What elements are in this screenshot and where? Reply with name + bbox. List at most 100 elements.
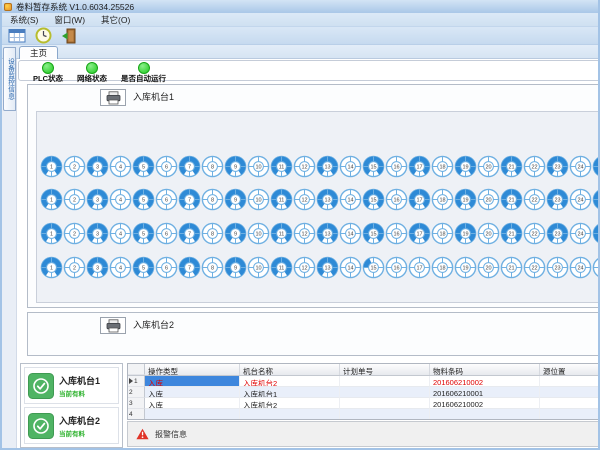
calendar-button[interactable] <box>6 27 28 44</box>
svg-text:8: 8 <box>211 232 214 238</box>
slot-circle: 19 <box>454 155 477 178</box>
slot-circle: 19 <box>454 222 477 245</box>
table-cell[interactable]: 入库 <box>145 387 240 398</box>
slot-circle: 6 <box>155 256 178 279</box>
table-cell[interactable]: 入库机台2 <box>240 376 340 387</box>
menu-item[interactable]: 其它(O) <box>93 14 138 26</box>
table-cell[interactable]: 入库机台2 <box>240 398 340 409</box>
slot-circle: 13 <box>316 222 339 245</box>
print-button-2[interactable] <box>100 317 126 334</box>
svg-text:9: 9 <box>234 165 237 171</box>
slot-circle: 16 <box>385 256 408 279</box>
column-header[interactable]: 机台名称 <box>240 364 340 375</box>
table-cell[interactable] <box>340 409 430 420</box>
svg-text:10: 10 <box>255 232 261 238</box>
slot-circle: 6 <box>155 188 178 211</box>
slot-circle: 25 <box>592 155 600 178</box>
column-header[interactable]: 物料条码 <box>430 364 540 375</box>
clock-button[interactable] <box>32 27 54 44</box>
table-row[interactable]: 2入库入库机台1201606210001 <box>128 387 599 398</box>
svg-text:20: 20 <box>485 266 491 272</box>
table-cell[interactable] <box>540 376 599 387</box>
side-tab-device-monitor[interactable]: 设备监控信息 <box>3 47 16 111</box>
table-cell[interactable]: 201606210002 <box>430 398 540 409</box>
slot-circle: 12 <box>293 256 316 279</box>
tab-strip: 主页 <box>2 45 600 59</box>
column-header[interactable]: 操作类型 <box>145 364 240 375</box>
slot-circle: 18 <box>431 155 454 178</box>
slot-circle: 11 <box>270 256 293 279</box>
table-cell[interactable] <box>540 398 599 409</box>
table-cell[interactable]: 201606210001 <box>430 387 540 398</box>
slot-circle: 17 <box>408 222 431 245</box>
status-panel: PLC状态网络状态是否自动运行 <box>18 60 600 81</box>
svg-text:19: 19 <box>462 266 468 272</box>
slot-circle: 2 <box>63 256 86 279</box>
table-cell[interactable]: 入库机台1 <box>240 387 340 398</box>
status-indicator: PLC状态 <box>33 62 63 84</box>
app-icon <box>4 3 12 11</box>
menu-item[interactable]: 窗口(W) <box>46 14 93 26</box>
table-cell[interactable] <box>240 409 340 420</box>
slot-circle: 4 <box>109 155 132 178</box>
application-window: 卷料暂存系统 V1.0.6034.25526 系统(S)窗口(W)其它(O) <box>0 0 600 450</box>
svg-text:1: 1 <box>50 232 53 238</box>
svg-text:22: 22 <box>531 232 537 238</box>
slot-circle: 8 <box>201 222 224 245</box>
svg-text:18: 18 <box>439 198 445 204</box>
table-row[interactable]: 4 <box>128 409 599 420</box>
slot-circle: 16 <box>385 222 408 245</box>
slot-circle: 21 <box>500 188 523 211</box>
svg-text:12: 12 <box>301 165 307 171</box>
svg-text:1: 1 <box>50 266 53 272</box>
svg-text:11: 11 <box>279 198 285 204</box>
svg-text:21: 21 <box>508 165 514 171</box>
row-header-corner <box>128 364 145 375</box>
table-cell[interactable] <box>430 409 540 420</box>
slot-circle: 12 <box>293 188 316 211</box>
svg-text:4: 4 <box>119 266 122 272</box>
table-cell[interactable] <box>145 409 240 420</box>
menu-item[interactable]: 系统(S) <box>2 14 46 26</box>
table-cell[interactable] <box>540 387 599 398</box>
table-row[interactable]: 3入库入库机台2201606210002 <box>128 398 599 409</box>
svg-text:5: 5 <box>142 232 145 238</box>
slot-circle: 24 <box>569 256 592 279</box>
slot-circle: 19 <box>454 256 477 279</box>
slot-circle: 7 <box>178 188 201 211</box>
table-cell[interactable] <box>340 376 430 387</box>
check-icon <box>28 413 54 439</box>
table-row[interactable]: 1入库入库机台2201606210002 <box>128 376 599 387</box>
slot-circle: 22 <box>523 256 546 279</box>
svg-text:24: 24 <box>577 165 583 171</box>
svg-text:18: 18 <box>439 165 445 171</box>
tab-home[interactable]: 主页 <box>19 46 58 59</box>
slot-circle: 25 <box>592 222 600 245</box>
svg-text:24: 24 <box>577 198 583 204</box>
slot-circle: 7 <box>178 155 201 178</box>
table-cell[interactable] <box>340 387 430 398</box>
slot-row: 1 2 3 4 5 <box>40 155 600 178</box>
warning-icon <box>136 428 149 440</box>
status-indicator-label: PLC状态 <box>33 73 63 84</box>
svg-text:10: 10 <box>255 198 261 204</box>
table-cell[interactable] <box>340 398 430 409</box>
svg-text:17: 17 <box>416 266 422 272</box>
table-cell[interactable] <box>540 409 599 420</box>
table-cell[interactable]: 201606210002 <box>430 376 540 387</box>
status-indicator: 是否自动运行 <box>121 62 166 84</box>
table-cell[interactable]: 入库 <box>145 376 240 387</box>
print-button-1[interactable] <box>100 89 126 106</box>
panel2-header: 入库机台2 <box>28 313 600 337</box>
exit-button[interactable] <box>58 27 80 44</box>
printer-icon <box>105 319 122 333</box>
svg-text:20: 20 <box>485 232 491 238</box>
slot-circle: 5 <box>132 188 155 211</box>
table-cell[interactable]: 入库 <box>145 398 240 409</box>
svg-text:10: 10 <box>255 165 261 171</box>
slot-circle: 9 <box>224 256 247 279</box>
column-header[interactable]: 源位置 <box>540 364 599 375</box>
machine-card-status: 当前有料 <box>59 428 100 438</box>
svg-text:2: 2 <box>73 198 76 204</box>
column-header[interactable]: 计划单号 <box>340 364 430 375</box>
